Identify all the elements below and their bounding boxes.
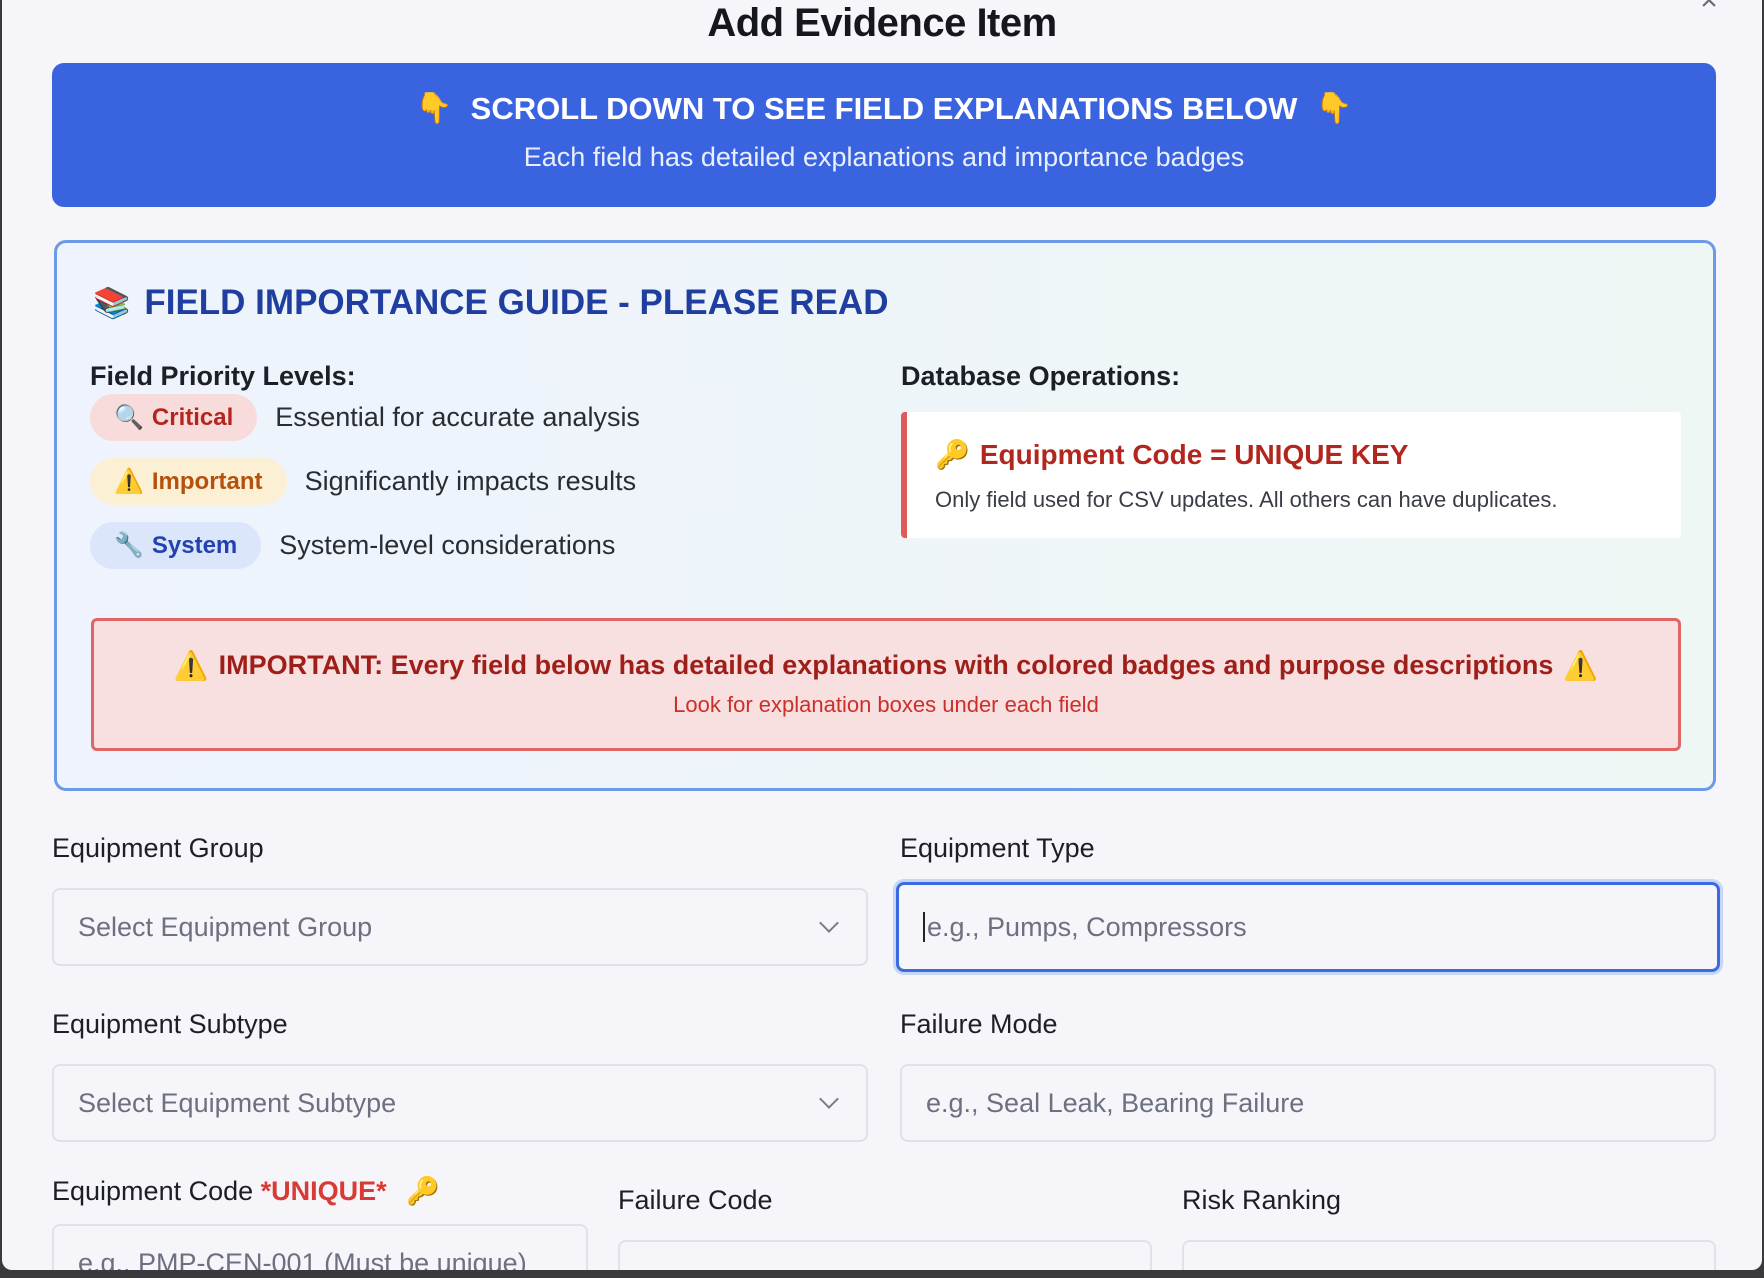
warning-icon: ⚠️ <box>114 468 144 495</box>
unique-key-title-row: 🔑 Equipment Code = UNIQUE KEY <box>935 438 1408 471</box>
failure-mode-label: Failure Mode <box>900 1009 1058 1039</box>
modal-title: Add Evidence Item <box>707 1 1057 45</box>
equipment-code-label-row: Equipment Code *UNIQUE* 🔑 <box>52 1175 440 1207</box>
priority-level-system: 🔧 System System-level considerations <box>90 522 615 569</box>
equipment-group-select[interactable]: Select Equipment Group <box>52 888 868 966</box>
alert-heading-row: ⚠️ IMPORTANT: Every field below has deta… <box>94 649 1678 682</box>
warning-icon: ⚠️ <box>1563 650 1599 681</box>
alert-heading: IMPORTANT: Every field below has detaile… <box>218 650 1554 680</box>
chevron-down-icon <box>819 1089 839 1109</box>
key-icon: 🔑 <box>406 1176 440 1206</box>
equipment-subtype-label: Equipment Subtype <box>52 1009 288 1039</box>
equipment-type-input[interactable]: e.g., Pumps, Compressors <box>896 882 1720 972</box>
failure-code-input[interactable] <box>618 1240 1152 1270</box>
input-placeholder: e.g., Pumps, Compressors <box>927 911 1247 942</box>
priority-level-critical: 🔍 Critical Essential for accurate analys… <box>90 394 640 441</box>
books-icon: 📚 <box>93 286 131 320</box>
input-placeholder: e.g., Seal Leak, Bearing Failure <box>926 1087 1305 1118</box>
badge-description: Significantly impacts results <box>304 466 637 496</box>
critical-badge: 🔍 Critical <box>90 394 258 441</box>
scroll-banner: 👇 SCROLL DOWN TO SEE FIELD EXPLANATIONS … <box>52 63 1716 207</box>
banner-heading: SCROLL DOWN TO SEE FIELD EXPLANATIONS BE… <box>470 91 1298 126</box>
guide-title-row: 📚 FIELD IMPORTANCE GUIDE - PLEASE READ <box>93 283 888 323</box>
priority-levels-heading: Field Priority Levels: <box>90 361 356 391</box>
system-badge: 🔧 System <box>90 522 262 569</box>
equipment-subtype-select[interactable]: Select Equipment Subtype <box>52 1064 868 1142</box>
pointing-down-hand-icon: 👇 <box>415 92 453 125</box>
text-cursor <box>923 912 925 942</box>
equipment-code-input[interactable]: e.g., PMP-CEN-001 (Must be unique) <box>52 1224 588 1270</box>
priority-level-important: ⚠️ Important Significantly impacts resul… <box>90 458 636 505</box>
risk-ranking-label: Risk Ranking <box>1182 1185 1342 1215</box>
input-placeholder: e.g., PMP-CEN-001 (Must be unique) <box>78 1247 527 1271</box>
database-operations-heading: Database Operations: <box>901 361 1181 391</box>
unique-key-callout: 🔑 Equipment Code = UNIQUE KEY Only field… <box>901 412 1681 538</box>
failure-mode-input[interactable]: e.g., Seal Leak, Bearing Failure <box>900 1064 1716 1142</box>
badge-description: Essential for accurate analysis <box>275 402 640 432</box>
add-evidence-modal: × Add Evidence Item 👇 SCROLL DOWN TO SEE… <box>2 0 1762 1270</box>
guide-title: FIELD IMPORTANCE GUIDE - PLEASE READ <box>144 283 889 322</box>
warning-icon: ⚠️ <box>173 650 209 681</box>
failure-code-label: Failure Code <box>618 1185 773 1215</box>
unique-key-title: Equipment Code = UNIQUE KEY <box>979 438 1409 470</box>
key-icon: 🔑 <box>935 439 970 470</box>
select-placeholder: Select Equipment Group <box>78 911 373 942</box>
important-badge: ⚠️ Important <box>90 458 287 505</box>
equipment-group-label: Equipment Group <box>52 833 264 863</box>
select-placeholder: Select Equipment Subtype <box>78 1087 397 1118</box>
field-importance-guide: 📚 FIELD IMPORTANCE GUIDE - PLEASE READ F… <box>54 240 1716 791</box>
unique-key-subtext: Only field used for CSV updates. All oth… <box>935 487 1558 512</box>
risk-ranking-input[interactable] <box>1182 1240 1716 1270</box>
wrench-icon: 🔧 <box>114 532 144 559</box>
banner-subtext: Each field has detailed explanations and… <box>523 142 1245 172</box>
important-alert: ⚠️ IMPORTANT: Every field below has deta… <box>91 618 1681 751</box>
badge-description: System-level considerations <box>279 530 616 560</box>
alert-subtext: Look for explanation boxes under each fi… <box>673 692 1099 717</box>
badge-label: System <box>151 531 238 559</box>
banner-heading-row: 👇 SCROLL DOWN TO SEE FIELD EXPLANATIONS … <box>52 89 1716 129</box>
unique-required-tag: *UNIQUE* <box>260 1176 387 1206</box>
magnifier-icon: 🔍 <box>114 404 144 431</box>
equipment-type-label: Equipment Type <box>900 833 1095 863</box>
pointing-down-hand-icon: 👇 <box>1315 92 1353 125</box>
chevron-down-icon <box>819 913 839 933</box>
badge-label: Important <box>151 467 263 495</box>
badge-label: Critical <box>151 403 234 431</box>
equipment-code-label: Equipment Code <box>52 1176 254 1206</box>
